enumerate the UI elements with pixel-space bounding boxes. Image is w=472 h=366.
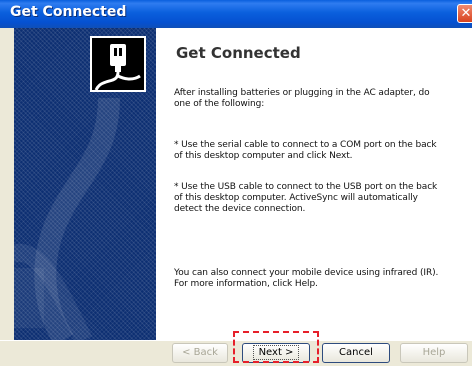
serial-instruction: * Use the serial cable to connect to a C… [174,140,437,161]
title-bar[interactable]: Get Connected ✕ [0,0,472,28]
help-button[interactable]: Help [400,343,468,363]
dialog-left-edge [0,28,14,340]
infrared-note: You can also connect your mobile device … [174,268,439,289]
usb-instruction: * Use the USB cable to connect to the US… [174,182,438,214]
close-icon[interactable]: ✕ [457,4,472,23]
window-title: Get Connected [10,4,127,20]
wizard-content: Get Connected After installing batteries… [156,28,472,340]
page-title: Get Connected [176,44,301,62]
get-connected-dialog: Get Connected ✕ Get Connected After inst… [0,0,472,366]
back-button[interactable]: < Back [172,343,228,363]
next-button-highlight [233,331,319,363]
intro-text: After installing batteries or plugging i… [174,88,430,109]
usb-cable-icon [90,36,146,92]
cancel-button[interactable]: Cancel [322,343,390,363]
